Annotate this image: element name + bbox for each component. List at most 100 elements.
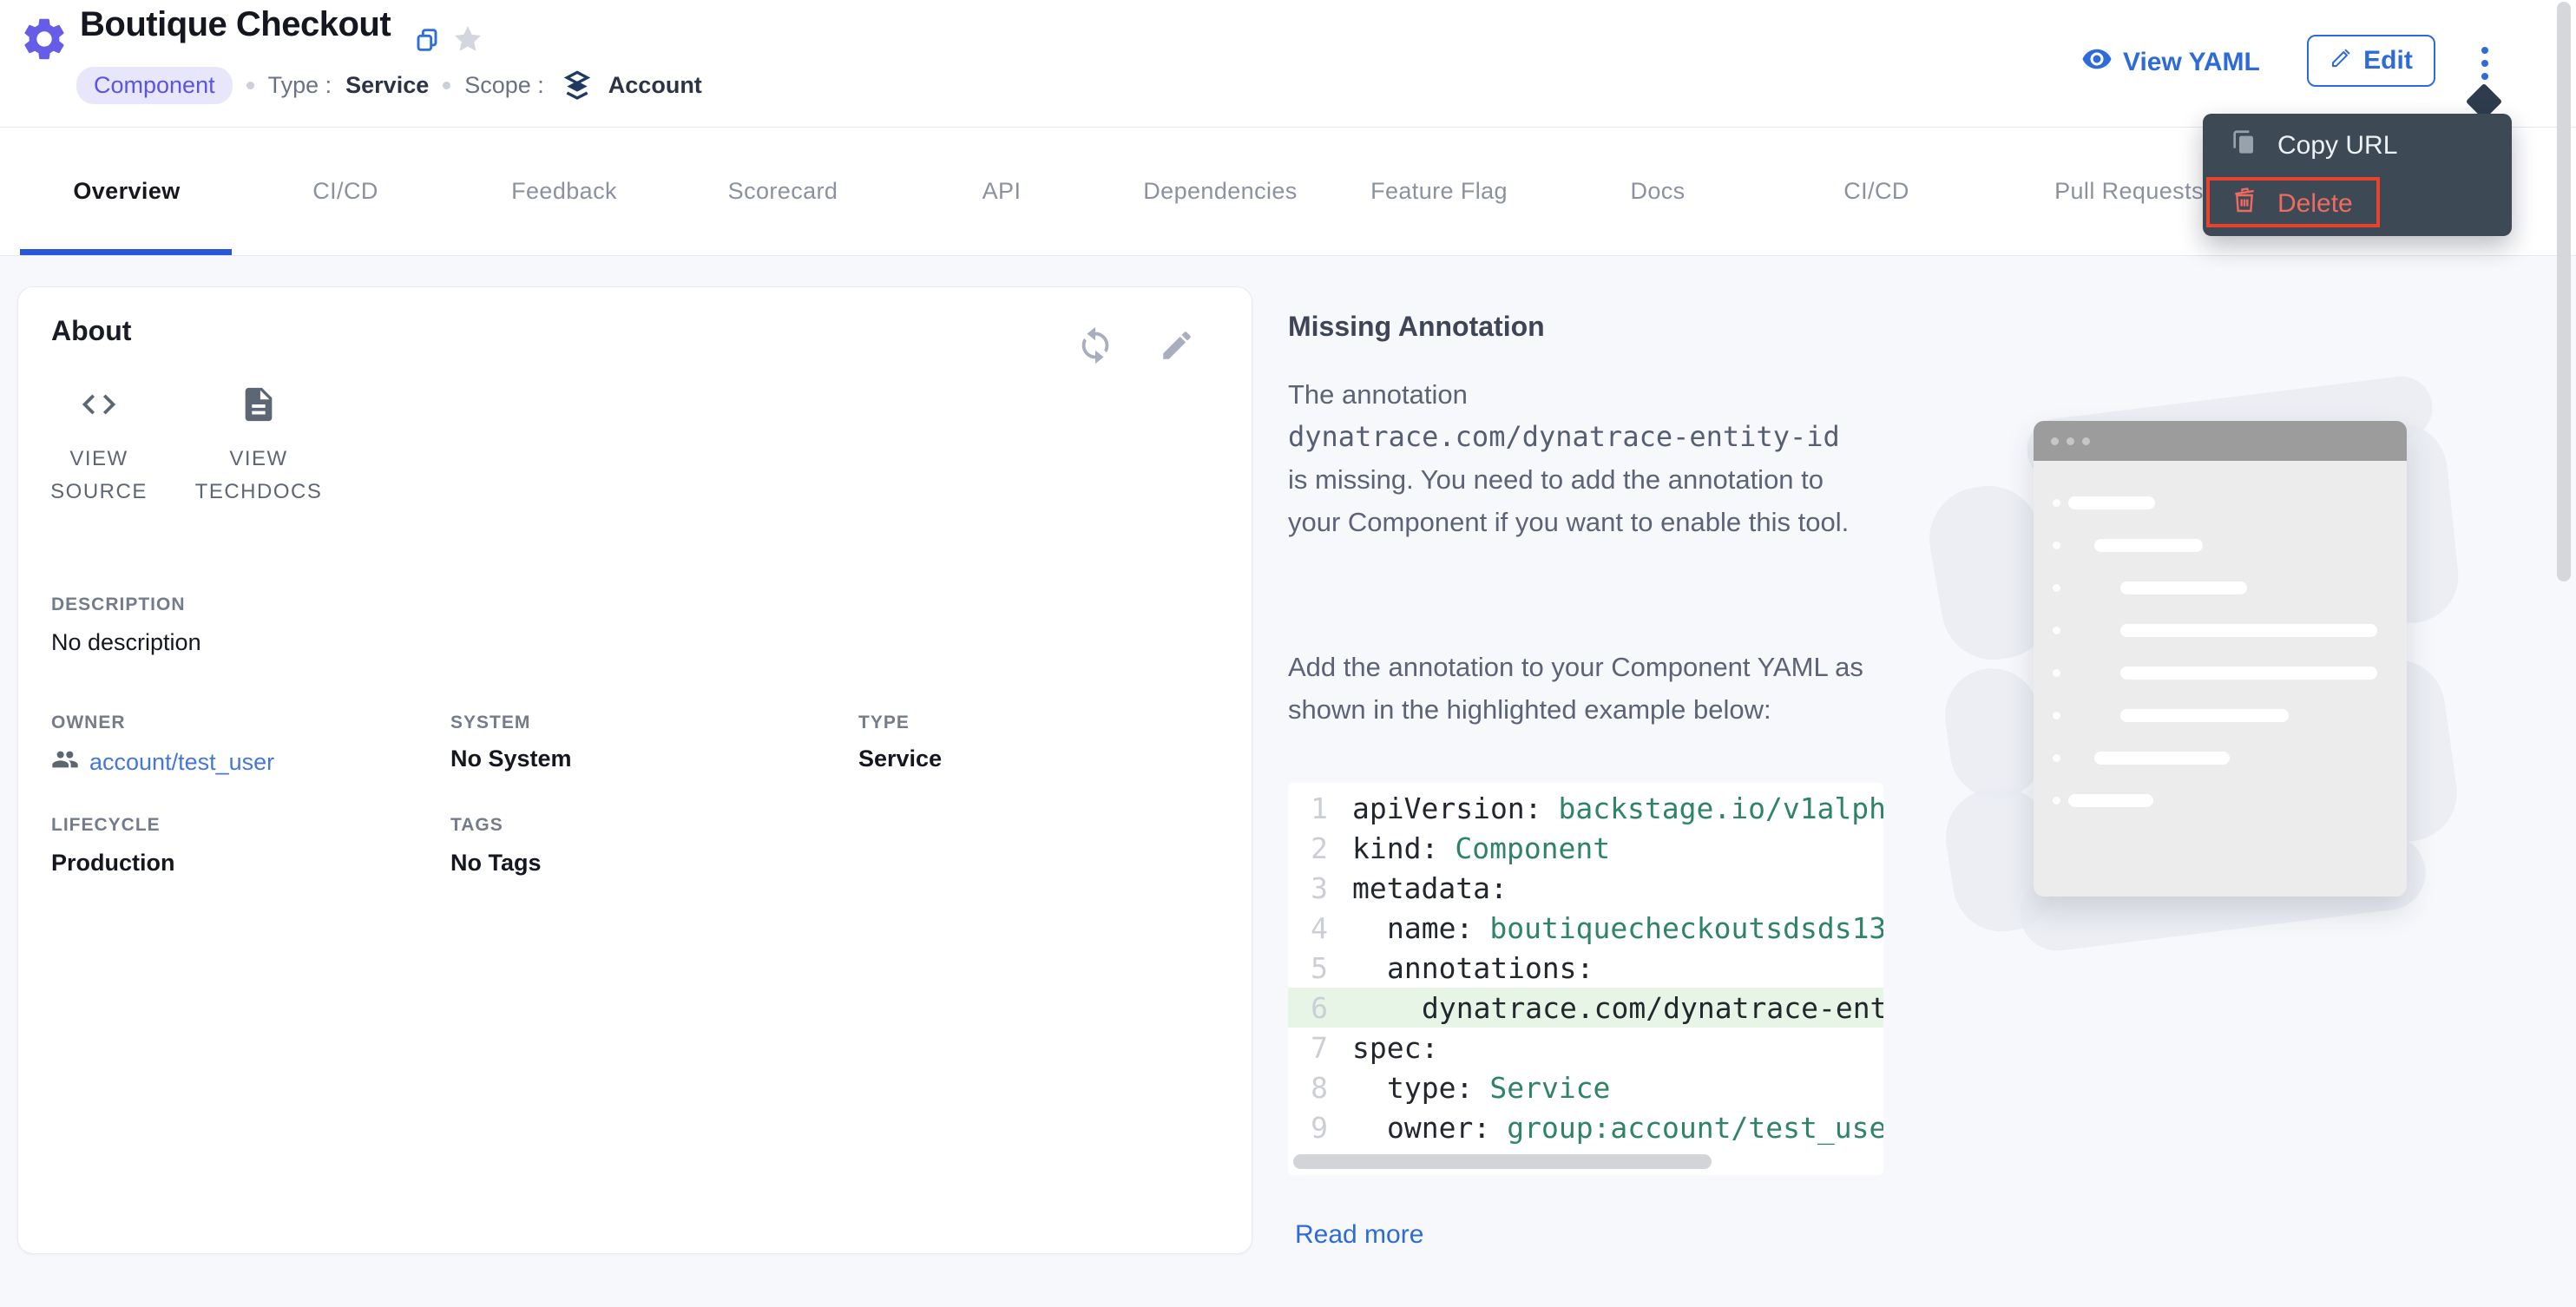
code-line: 7 spec:	[1288, 1028, 1883, 1067]
yaml-key: metadata:	[1352, 871, 1508, 905]
group-icon	[51, 745, 79, 779]
tab-feature-flag[interactable]: Feature Flag	[1330, 128, 1548, 255]
yaml-key: annotations:	[1387, 951, 1594, 985]
edit-about-pencil-icon[interactable]	[1159, 327, 1195, 364]
lifecycle-value: Production	[51, 850, 175, 877]
annotation-instruction: Add the annotation to your Component YAM…	[1288, 646, 1889, 731]
code-line: 9 owner: group:account/test_use	[1288, 1107, 1883, 1147]
menu-item-label: Delete	[2277, 189, 2353, 219]
tab-cicd-2[interactable]: CI/CD	[1767, 128, 1986, 255]
page-scrollbar-thumb[interactable]	[2557, 2, 2571, 581]
tab-cicd[interactable]: CI/CD	[236, 128, 455, 255]
code-line-highlighted: 6 dynatrace.com/dynatrace-ent	[1288, 988, 1883, 1028]
annotation-paragraph: The annotation dynatrace.com/dynatrace-e…	[1288, 373, 1854, 543]
description-label: DESCRIPTION	[51, 594, 186, 615]
tab-label: Feedback	[511, 178, 617, 205]
panel-title: Missing Annotation	[1288, 311, 1545, 343]
tab-label: CI/CD	[1843, 178, 1909, 205]
line-number: 5	[1288, 951, 1328, 985]
code-window-mockup	[2034, 421, 2407, 897]
yaml-key: spec:	[1352, 1031, 1438, 1065]
owner-link[interactable]: account/test_user	[89, 749, 274, 776]
yaml-key: owner:	[1387, 1111, 1490, 1145]
tab-docs[interactable]: Docs	[1548, 128, 1767, 255]
yaml-value: Service	[1489, 1071, 1610, 1105]
tab-scorecard[interactable]: Scorecard	[674, 128, 892, 255]
tab-dependencies[interactable]: Dependencies	[1111, 128, 1330, 255]
tags-label: TAGS	[450, 815, 503, 836]
yaml-value: Component	[1455, 831, 1610, 865]
lifecycle-label: LIFECYCLE	[51, 815, 161, 836]
type-value: Service	[345, 72, 429, 99]
kind-badge: Component	[76, 67, 233, 104]
line-number: 4	[1288, 911, 1328, 945]
tab-feedback[interactable]: Feedback	[455, 128, 674, 255]
favorite-star-icon[interactable]	[451, 23, 484, 56]
read-more-link[interactable]: Read more	[1295, 1220, 1423, 1250]
tags-value: No Tags	[450, 850, 542, 877]
pencil-icon	[2330, 46, 2353, 76]
tab-label: Scorecard	[728, 178, 838, 205]
yaml-key: apiVersion:	[1352, 791, 1542, 825]
type-label: Type :	[268, 72, 332, 99]
view-source-link[interactable]: VIEW SOURCE	[34, 384, 164, 509]
owner-label: OWNER	[51, 713, 126, 733]
trash-icon	[2231, 187, 2258, 221]
description-value: No description	[51, 629, 201, 656]
code-line: 2 kind: Component	[1288, 828, 1883, 868]
edit-label: Edit	[2363, 46, 2413, 76]
tab-overview[interactable]: Overview	[17, 128, 236, 255]
code-line: 8type:Service	[1288, 1067, 1883, 1107]
system-label: SYSTEM	[450, 713, 530, 733]
yaml-value: group:account/test_use	[1507, 1111, 1883, 1145]
yaml-key: kind:	[1352, 831, 1438, 865]
tab-label: CI/CD	[312, 178, 378, 205]
menu-item-delete[interactable]: Delete	[2203, 179, 2512, 229]
type-field-label: TYPE	[858, 713, 910, 733]
view-techdocs-link[interactable]: VIEW TECHDOCS	[194, 384, 324, 509]
line-number: 7	[1288, 1031, 1328, 1065]
entity-meta-row: Component Type : Service Scope : Account	[76, 64, 702, 106]
tab-bar: Overview CI/CD Feedback Scorecard API De…	[0, 128, 2576, 256]
edit-button[interactable]: Edit	[2307, 35, 2435, 87]
scope-label: Scope :	[464, 72, 544, 99]
line-number: 8	[1288, 1071, 1328, 1105]
code-line: 1apiVersion:backstage.io/v1alph	[1288, 788, 1883, 828]
line-number: 6	[1288, 991, 1328, 1025]
context-menu: Copy URL Delete	[2203, 114, 2512, 236]
yaml-code-block: 1apiVersion:backstage.io/v1alph 2kind:Co…	[1288, 783, 1883, 1175]
window-titlebar	[2034, 421, 2407, 461]
tab-label: Feature Flag	[1370, 178, 1508, 205]
code-line: 4name:boutiquecheckoutsdsds13	[1288, 908, 1883, 948]
view-yaml-label: View YAML	[2123, 48, 2260, 77]
document-icon	[239, 384, 279, 429]
yaml-key: dynatrace.com/dynatrace-ent	[1422, 991, 1883, 1025]
yaml-value: backstage.io/v1alph	[1559, 791, 1883, 825]
code-line: 3metadata:	[1288, 868, 1883, 908]
copy-icon	[2231, 128, 2258, 163]
about-card: About VIEW SOURCE VIEW TECHDOCS DESCRIPT…	[17, 286, 1252, 1254]
refresh-icon[interactable]	[1075, 325, 1115, 365]
menu-item-label: Copy URL	[2277, 131, 2397, 161]
line-number: 2	[1288, 831, 1328, 865]
line-number: 9	[1288, 1111, 1328, 1145]
paragraph-text: The annotation	[1288, 379, 1468, 410]
view-techdocs-label: VIEW TECHDOCS	[194, 443, 324, 509]
code-icon	[79, 384, 119, 429]
more-options-kebab-button[interactable]	[2472, 38, 2498, 89]
view-source-label: VIEW SOURCE	[34, 443, 164, 509]
component-gear-icon	[19, 14, 69, 64]
menu-item-copy-url[interactable]: Copy URL	[2203, 121, 2512, 171]
system-value: No System	[450, 745, 572, 772]
copy-name-icon[interactable]	[413, 26, 441, 54]
tab-label: Dependencies	[1143, 178, 1297, 205]
tab-label: Pull Requests	[2054, 178, 2204, 205]
owner-value: account/test_user	[51, 745, 274, 779]
code-horizontal-scrollbar[interactable]	[1293, 1154, 1712, 1169]
type-field-value: Service	[858, 745, 942, 772]
layers-icon	[560, 68, 595, 102]
tab-label: Overview	[73, 178, 180, 205]
view-yaml-button[interactable]: View YAML	[2081, 43, 2260, 82]
about-card-title: About	[51, 315, 131, 347]
tab-api[interactable]: API	[892, 128, 1111, 255]
